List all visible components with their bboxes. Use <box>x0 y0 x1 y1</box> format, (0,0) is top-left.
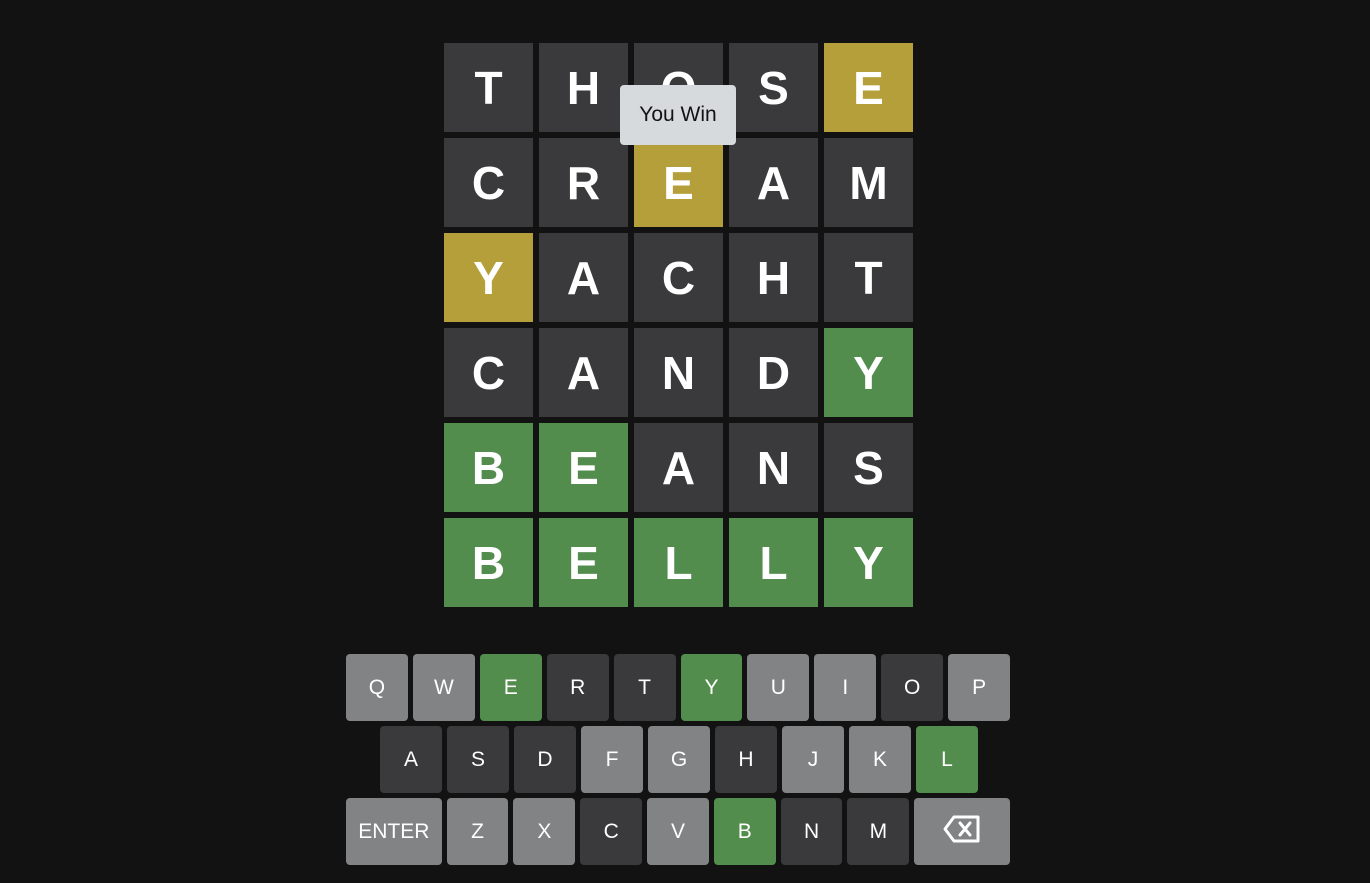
board-tile: M <box>824 138 913 227</box>
key-g[interactable]: G <box>648 726 710 793</box>
board-tile: C <box>634 233 723 322</box>
key-o[interactable]: O <box>881 654 944 721</box>
board-tile: S <box>729 43 818 132</box>
key-j[interactable]: J <box>782 726 844 793</box>
keyboard-row: QWERTYUIOP <box>346 654 1011 721</box>
key-a[interactable]: A <box>380 726 442 793</box>
board-tile: A <box>729 138 818 227</box>
board-tile: B <box>444 423 533 512</box>
board-tile: E <box>824 43 913 132</box>
board-tile: T <box>444 43 533 132</box>
key-v[interactable]: V <box>647 798 709 865</box>
board-tile: A <box>634 423 723 512</box>
board-tile: E <box>539 423 628 512</box>
key-r[interactable]: R <box>546 654 609 721</box>
key-z[interactable]: Z <box>446 798 509 865</box>
keyboard-row: ENTER Z X C V B N M <box>346 798 1010 865</box>
key-i[interactable]: I <box>814 654 877 721</box>
key-m[interactable]: M <box>847 798 910 865</box>
win-toast: You Win <box>620 85 736 145</box>
board-tile: B <box>444 518 533 607</box>
board-tile: A <box>539 233 628 322</box>
key-c[interactable]: C <box>580 798 643 865</box>
board-tile: N <box>729 423 818 512</box>
board-tile: Y <box>824 518 913 607</box>
board-tile: L <box>729 518 818 607</box>
board-tile: T <box>824 233 913 322</box>
backspace-icon <box>942 814 982 850</box>
wordle-game: THOSECREAMYACHTCANDYBEANSBELLY You Win Q… <box>0 0 1370 883</box>
key-l[interactable]: L <box>916 726 978 793</box>
on-screen-keyboard: Q W E R T Y U I O P A S D F G H J K L ENTER Z X C V B N M <box>346 654 1011 870</box>
key-w[interactable]: W <box>412 654 475 721</box>
key-y[interactable]: Y <box>680 654 743 721</box>
board-tile: H <box>539 43 628 132</box>
key-k[interactable]: K <box>849 726 911 793</box>
key-p[interactable]: P <box>948 654 1011 721</box>
board-tile: L <box>634 518 723 607</box>
board-tile: D <box>729 328 818 417</box>
board-tile: Y <box>824 328 913 417</box>
keyboard-row: ASDFGHJKL <box>346 726 1010 793</box>
board-tile: E <box>539 518 628 607</box>
key-b[interactable]: B <box>713 798 776 865</box>
board-tile: H <box>729 233 818 322</box>
key-n[interactable]: N <box>780 798 843 865</box>
key-q[interactable]: Q <box>346 654 408 721</box>
key-f[interactable]: F <box>581 726 643 793</box>
key-s[interactable]: S <box>447 726 509 793</box>
board-tile: A <box>539 328 628 417</box>
key-e[interactable]: E <box>479 654 542 721</box>
key-x[interactable]: X <box>513 798 576 865</box>
board-tile: Y <box>444 233 533 322</box>
board-tile: C <box>444 138 533 227</box>
board-tile: E <box>634 138 723 227</box>
board-tile: S <box>824 423 913 512</box>
backspace-key[interactable] <box>914 798 1010 865</box>
board-tile: R <box>539 138 628 227</box>
board-tile: C <box>444 328 533 417</box>
key-u[interactable]: U <box>747 654 810 721</box>
key-h[interactable]: H <box>715 726 777 793</box>
board-tile: N <box>634 328 723 417</box>
key-t[interactable]: T <box>613 654 676 721</box>
enter-key[interactable]: ENTER <box>346 798 442 865</box>
key-d[interactable]: D <box>514 726 576 793</box>
